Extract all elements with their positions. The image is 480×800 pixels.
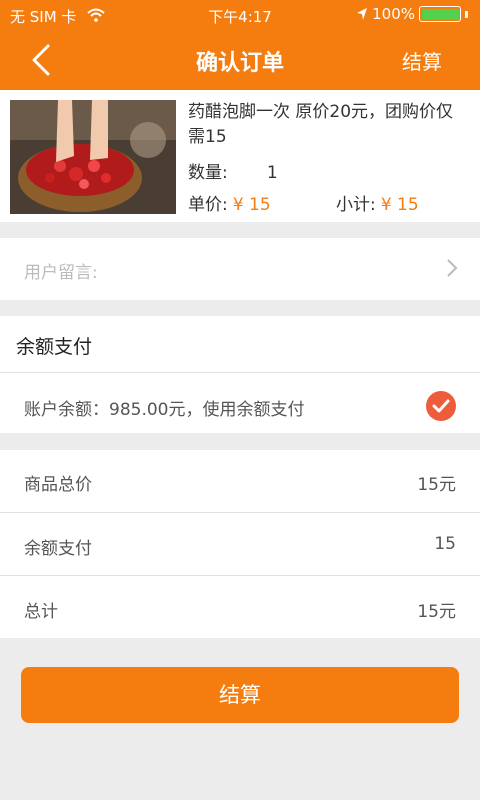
qty-label: 数量: [188,163,228,183]
qty-value: 1 [266,163,278,183]
battery-percent: 100% [372,5,415,23]
summary-label-total: 总计 [24,602,58,622]
battery-icon [419,6,461,22]
balance-section: 余额支付 账户余额：985.00元，使用余额支付 [0,316,480,433]
user-message-label: 用户留言: [24,263,98,283]
location-icon [357,8,368,20]
product-title: 药醋泡脚一次 原价20元，团购价仅需15 [188,102,454,147]
check-circle-icon[interactable] [426,391,456,421]
summary-label-goods-total: 商品总价 [24,475,92,495]
status-bar: 无 SIM 卡 下午4:17 100% [0,0,480,30]
checkout-button[interactable]: 结算 [21,667,459,723]
unit-price-value: ¥ 15 [232,195,271,215]
unit-price-label: 单价: [188,195,228,215]
back-button[interactable] [22,40,62,80]
product-image [10,100,176,214]
battery-tip [465,10,468,18]
balance-text: 账户余额：985.00元，使用余额支付 [24,400,305,420]
summary-value-total: 15元 [417,602,456,622]
subtotal-label: 小计: [336,195,376,215]
balance-pay-option[interactable]: 账户余额：985.00元，使用余额支付 [0,373,480,433]
summary-value-balance-pay: 15 [434,534,456,554]
balance-section-title: 余额支付 [16,336,93,358]
subtotal-value: ¥ 15 [380,195,419,215]
chevron-left-icon [32,44,50,76]
battery-level-fill [421,8,459,20]
status-right: 100% [356,5,468,23]
divider [0,512,480,513]
order-summary: 商品总价 15元 余额支付 15 总计 15元 [0,450,480,638]
user-message-row[interactable]: 用户留言: [0,238,480,300]
chevron-right-icon [447,259,458,277]
price-row: 单价: ¥ 15 小计: ¥ 15 [188,190,468,215]
subtotal-group: 小计: ¥ 15 [336,190,419,215]
summary-value-goods-total: 15元 [417,475,456,495]
divider [0,575,480,576]
checkout-header-button[interactable]: 结算 [402,46,442,75]
nav-bar: 确认订单 结算 [0,30,480,90]
qty-row: 数量: 1 [188,158,278,183]
app-header: 无 SIM 卡 下午4:17 100% 确认订单 结算 [0,0,480,90]
foot-soak-image [10,100,176,214]
summary-label-balance-pay: 余额支付 [24,539,92,559]
